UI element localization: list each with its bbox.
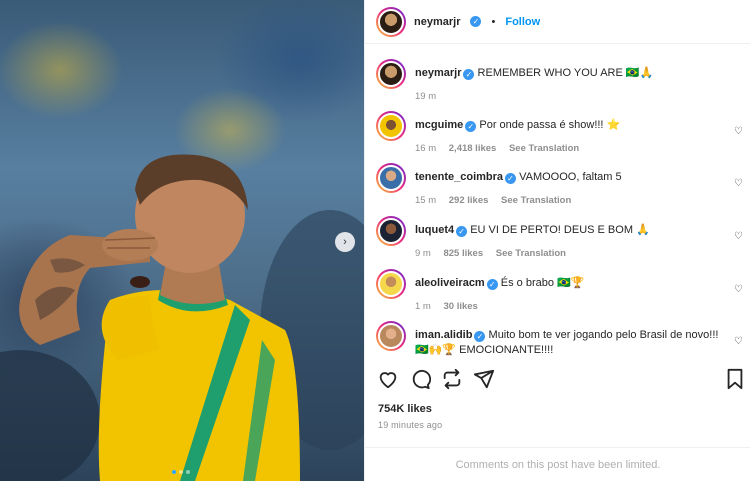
carousel-next-button[interactable]: › bbox=[335, 232, 355, 252]
chevron-right-icon: › bbox=[343, 236, 347, 248]
comment-likes[interactable]: 825 likes bbox=[443, 248, 483, 259]
comment-icon[interactable] bbox=[409, 368, 432, 395]
caption: neymarjr ✓ REMEMBER WHO YOU ARE 🇧🇷🙏 19 m bbox=[376, 59, 746, 104]
comment-item: tenente_coimbra ✓ VAMOOOO, faltam 5 15 m … bbox=[376, 163, 746, 208]
comment-text: És o brabo 🇧🇷🏆 bbox=[500, 277, 585, 289]
see-translation-link[interactable]: See Translation bbox=[501, 195, 571, 206]
author-avatar[interactable] bbox=[376, 6, 406, 37]
comment-likes[interactable]: 2,418 likes bbox=[449, 143, 497, 154]
separator-dot: • bbox=[491, 15, 496, 28]
comment-like-heart-icon[interactable]: ♡ bbox=[734, 178, 743, 189]
author-username[interactable]: neymarjr bbox=[414, 16, 460, 28]
comment-time: 16 m bbox=[415, 143, 437, 154]
comment-text: Por onde passa é show!!! ⭐ bbox=[479, 119, 621, 131]
avatar[interactable] bbox=[376, 163, 406, 193]
verified-badge-icon: ✓ bbox=[463, 69, 475, 80]
comment-username[interactable]: mcguime bbox=[415, 119, 463, 131]
post-details-panel: neymarjr ✓ • Follow neymarjr ✓ REMEMBER W… bbox=[364, 0, 750, 481]
post-header: neymarjr ✓ • Follow bbox=[365, 0, 750, 44]
verified-badge-icon: ✓ bbox=[470, 16, 482, 27]
comment-time: 1 m bbox=[415, 301, 431, 312]
comment-like-heart-icon[interactable]: ♡ bbox=[734, 231, 743, 242]
bookmark-icon[interactable] bbox=[725, 368, 745, 395]
comment-username[interactable]: luquet4 bbox=[415, 224, 454, 236]
verified-badge-icon: ✓ bbox=[505, 173, 517, 184]
avatar[interactable] bbox=[376, 269, 406, 299]
comment-likes[interactable]: 30 likes bbox=[443, 301, 477, 312]
caption-username[interactable]: neymarjr bbox=[415, 67, 461, 79]
carousel-indicator bbox=[172, 470, 190, 474]
comment-username[interactable]: aleoliveiracm bbox=[415, 277, 485, 289]
comments-list[interactable]: neymarjr ✓ REMEMBER WHO YOU ARE 🇧🇷🙏 19 m … bbox=[365, 45, 750, 360]
avatar[interactable] bbox=[376, 59, 406, 89]
comments-limited-notice: Comments on this post have been limited. bbox=[365, 447, 750, 481]
comment-item: mcguime ✓ Por onde passa é show!!! ⭐ 16 m… bbox=[376, 111, 746, 156]
see-translation-link[interactable]: See Translation bbox=[509, 143, 579, 154]
follow-button[interactable]: Follow bbox=[505, 16, 540, 28]
carousel-dot bbox=[179, 470, 183, 474]
repost-icon[interactable] bbox=[441, 368, 463, 395]
comment-like-heart-icon[interactable]: ♡ bbox=[734, 336, 743, 347]
post-timestamp[interactable]: 19 minutes ago bbox=[378, 420, 442, 430]
avatar[interactable] bbox=[376, 216, 406, 246]
avatar[interactable] bbox=[376, 111, 406, 141]
verified-badge-icon: ✓ bbox=[486, 279, 498, 290]
avatar[interactable] bbox=[376, 321, 406, 351]
post-media[interactable]: › bbox=[0, 0, 364, 481]
carousel-dot bbox=[172, 470, 176, 474]
verified-badge-icon: ✓ bbox=[456, 226, 468, 237]
comment-text: EU VI DE PERTO! DEUS E BOM 🙏 bbox=[470, 224, 650, 236]
comment-time: 15 m bbox=[415, 195, 437, 206]
heart-icon[interactable] bbox=[377, 368, 399, 395]
comment-item: iman.alidib ✓ Muito bom te ver jogando pe… bbox=[376, 321, 746, 358]
see-translation-link[interactable]: See Translation bbox=[496, 248, 566, 259]
comment-like-heart-icon[interactable]: ♡ bbox=[734, 126, 743, 137]
comment-time: 9 m bbox=[415, 248, 431, 259]
caption-text: REMEMBER WHO YOU ARE 🇧🇷🙏 bbox=[477, 67, 654, 79]
player-photo bbox=[0, 154, 364, 481]
comment-text: VAMOOOO, faltam 5 bbox=[519, 171, 622, 183]
comment-item: luquet4 ✓ EU VI DE PERTO! DEUS E BOM 🙏 9 … bbox=[376, 216, 746, 261]
comment-username[interactable]: iman.alidib bbox=[415, 329, 472, 341]
verified-badge-icon: ✓ bbox=[474, 331, 486, 342]
comment-item: aleoliveiracm ✓ És o brabo 🇧🇷🏆 1 m 30 lik… bbox=[376, 269, 746, 314]
comment-likes[interactable]: 292 likes bbox=[449, 195, 489, 206]
carousel-dot bbox=[186, 470, 190, 474]
caption-time: 19 m bbox=[415, 91, 437, 102]
action-bar bbox=[377, 368, 743, 392]
likes-count[interactable]: 754K likes bbox=[378, 403, 432, 415]
comment-username[interactable]: tenente_coimbra bbox=[415, 171, 503, 183]
share-icon[interactable] bbox=[473, 368, 495, 395]
comment-like-heart-icon[interactable]: ♡ bbox=[734, 284, 743, 295]
verified-badge-icon: ✓ bbox=[465, 121, 477, 132]
